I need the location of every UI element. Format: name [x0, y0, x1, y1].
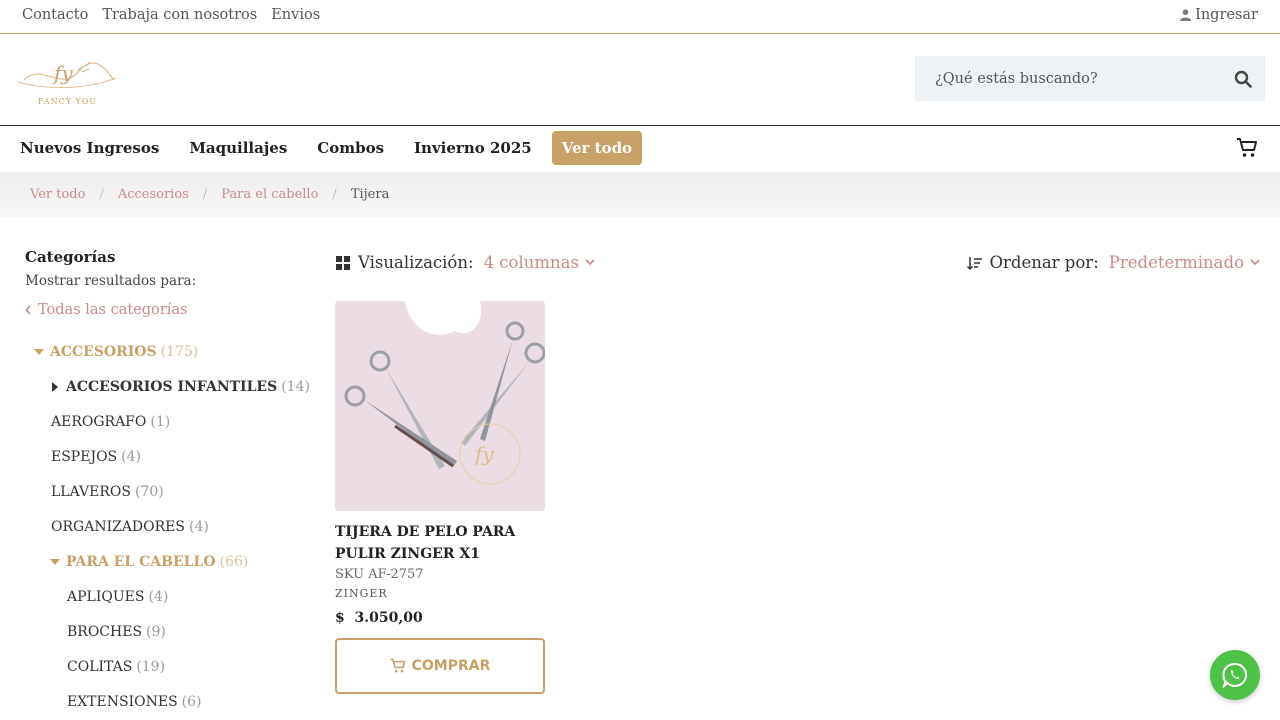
- cart-icon: [390, 658, 405, 673]
- chevron-left-icon: [25, 305, 31, 315]
- header: fy FANCY YOU ¿Qué estás buscando?: [0, 34, 1280, 126]
- breadcrumb-separator: /: [99, 187, 104, 202]
- sort-value[interactable]: Predeterminado: [1109, 253, 1244, 272]
- sort-selector[interactable]: Ordenar por: Predeterminado: [967, 253, 1260, 272]
- breadcrumb-see-all[interactable]: Ver todo: [30, 187, 85, 202]
- buy-label: COMPRAR: [411, 658, 491, 674]
- category-extensiones[interactable]: EXTENSIONES (6): [67, 694, 202, 710]
- breadcrumb-separator: /: [202, 187, 208, 202]
- product-brand: ZINGER: [335, 587, 388, 600]
- category-colitas[interactable]: COLITAS (19): [67, 659, 165, 675]
- work-with-us-link[interactable]: Trabaja con nosotros: [102, 7, 257, 23]
- product-card: fy TIJERA DE PELO PARA PULIR ZINGER X1 S…: [335, 301, 545, 694]
- category-aerografo[interactable]: AEROGRAFO (1): [51, 414, 170, 430]
- product-sku: SKU AF-2757: [335, 567, 424, 582]
- login-link[interactable]: Ingresar: [1180, 7, 1258, 23]
- caret-right-icon: [52, 382, 58, 392]
- category-count: (6): [181, 694, 202, 710]
- breadcrumb-current: Tijera: [350, 187, 390, 202]
- product-name[interactable]: TIJERA DE PELO PARA PULIR ZINGER X1: [335, 521, 545, 565]
- search-icon[interactable]: [1220, 56, 1265, 101]
- user-icon: [1180, 9, 1192, 21]
- all-categories-label: Todas las categorías: [38, 302, 188, 318]
- sort-icon: [967, 256, 983, 270]
- sidebar-title: Categorías: [25, 248, 116, 266]
- product-image[interactable]: fy: [335, 301, 545, 511]
- view-label: Visualización:: [358, 253, 474, 272]
- sort-label: Ordenar por:: [989, 253, 1099, 272]
- search-bar[interactable]: ¿Qué estás buscando?: [915, 56, 1265, 101]
- category-count: (175): [160, 344, 199, 360]
- category-count: (14): [281, 379, 310, 395]
- breadcrumb-separator: /: [332, 187, 337, 202]
- category-label: ACCESORIOS INFANTILES: [66, 379, 278, 395]
- svg-text:FANCY YOU: FANCY YOU: [38, 97, 97, 106]
- cart-icon[interactable]: [1236, 137, 1258, 163]
- category-label: ORGANIZADORES: [51, 519, 185, 535]
- category-label: BROCHES: [67, 624, 143, 640]
- breadcrumb-accessories[interactable]: Accesorios: [118, 187, 189, 202]
- login-label: Ingresar: [1195, 7, 1258, 23]
- category-count: (4): [148, 589, 169, 605]
- svg-text:fy: fy: [473, 442, 494, 466]
- category-count: (70): [134, 484, 164, 500]
- breadcrumb-hair[interactable]: Para el cabello: [221, 187, 318, 202]
- whatsapp-icon: [1222, 662, 1247, 688]
- caret-down-icon: [50, 559, 60, 565]
- nav-item-winter-2025[interactable]: Invierno 2025: [414, 131, 532, 165]
- chevron-down-icon: [1250, 259, 1260, 266]
- nav-item-makeup[interactable]: Maquillajes: [189, 131, 287, 165]
- category-label: APLIQUES: [67, 589, 145, 605]
- top-links: Contacto Trabaja con nosotros Envios: [22, 7, 320, 23]
- main-nav: Nuevos Ingresos Maquillajes Combos Invie…: [0, 126, 1280, 172]
- category-label: LLAVEROS: [51, 484, 131, 500]
- category-count: (66): [219, 554, 249, 570]
- category-accesorios-infantiles[interactable]: ACCESORIOS INFANTILES (14): [52, 379, 310, 395]
- shipping-link[interactable]: Envios: [271, 7, 320, 23]
- category-label: AEROGRAFO: [51, 414, 147, 430]
- category-broches[interactable]: BROCHES (9): [67, 624, 166, 640]
- nav-item-combos[interactable]: Combos: [317, 131, 384, 165]
- svg-text:fy: fy: [52, 61, 73, 85]
- category-label: EXTENSIONES: [67, 694, 178, 710]
- nav-item-new-arrivals[interactable]: Nuevos Ingresos: [20, 131, 159, 165]
- category-label: PARA EL CABELLO: [66, 554, 216, 570]
- category-apliques[interactable]: APLIQUES (4): [67, 589, 168, 605]
- category-label: COLITAS: [67, 659, 133, 675]
- category-count: (19): [136, 659, 166, 675]
- category-accesorios[interactable]: ACCESORIOS (175): [34, 344, 198, 360]
- category-label: ESPEJOS: [51, 449, 118, 465]
- grid-icon: [336, 255, 350, 270]
- category-sidebar: Categorías Mostrar resultados para: Toda…: [25, 248, 305, 318]
- breadcrumb: Ver todo / Accesorios / Para el cabello …: [0, 172, 1280, 217]
- category-count: (4): [121, 449, 141, 465]
- view-selector[interactable]: Visualización: 4 columnas: [335, 253, 595, 272]
- category-organizadores[interactable]: ORGANIZADORES (4): [51, 519, 209, 535]
- category-espejos[interactable]: ESPEJOS (4): [51, 449, 141, 465]
- chevron-down-icon: [585, 259, 595, 266]
- store-logo[interactable]: fy FANCY YOU: [16, 52, 118, 110]
- sidebar-subtitle: Mostrar resultados para:: [25, 273, 197, 289]
- category-count: (1): [150, 414, 171, 430]
- category-count: (9): [146, 624, 166, 640]
- category-para-el-cabello[interactable]: PARA EL CABELLO (66): [50, 554, 248, 570]
- product-price: $ 3.050,00: [335, 610, 423, 626]
- category-label: ACCESORIOS: [50, 344, 157, 360]
- category-count: (4): [188, 519, 209, 535]
- caret-down-icon: [34, 349, 44, 355]
- all-categories-link[interactable]: Todas las categorías: [25, 302, 305, 318]
- top-bar: Contacto Trabaja con nosotros Envios Ing…: [0, 0, 1280, 34]
- search-input[interactable]: ¿Qué estás buscando?: [935, 71, 1220, 87]
- category-llaveros[interactable]: LLAVEROS (70): [51, 484, 164, 500]
- nav-item-see-all[interactable]: Ver todo: [551, 131, 643, 165]
- contact-link[interactable]: Contacto: [22, 7, 88, 23]
- view-value[interactable]: 4 columnas: [484, 253, 579, 272]
- whatsapp-button[interactable]: [1210, 650, 1260, 700]
- buy-button[interactable]: COMPRAR: [335, 638, 545, 694]
